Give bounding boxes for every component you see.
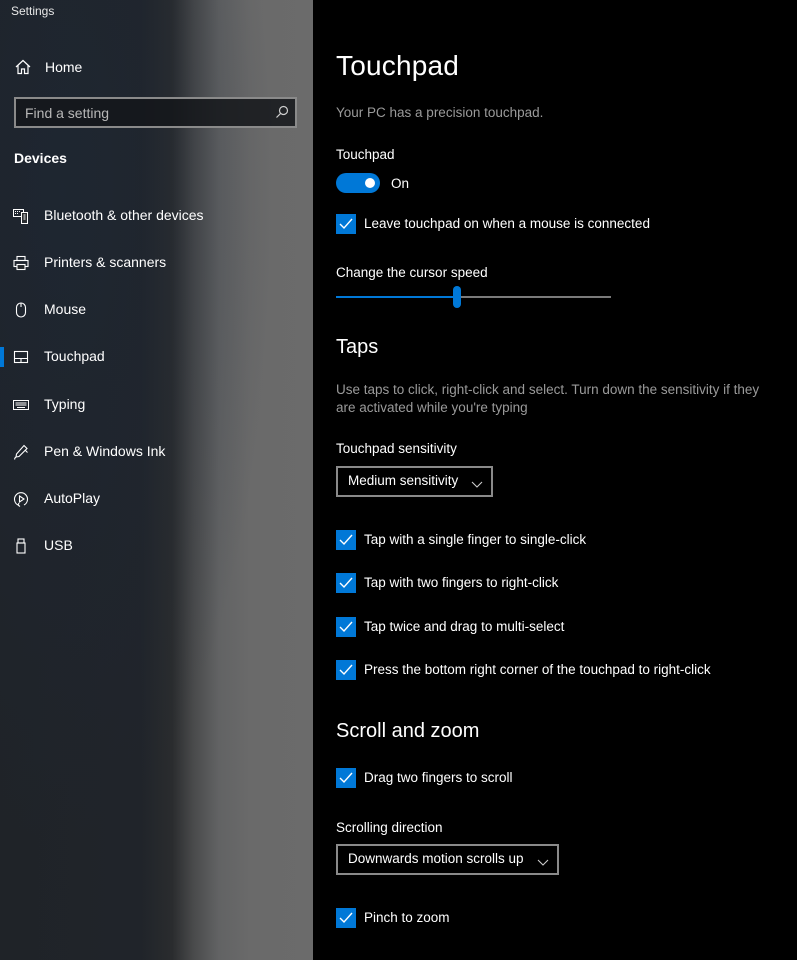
bluetooth-devices-icon bbox=[13, 208, 29, 224]
sidebar-item-label: Touchpad bbox=[44, 348, 105, 364]
selected-indicator bbox=[0, 347, 4, 367]
sensitivity-dropdown[interactable]: Medium sensitivity bbox=[336, 466, 493, 497]
sidebar-item-label: Typing bbox=[44, 396, 86, 412]
checkbox-label: Tap twice and drag to multi-select bbox=[364, 619, 565, 634]
checkbox-checked-icon[interactable] bbox=[336, 768, 356, 788]
sidebar-item-label: AutoPlay bbox=[44, 490, 101, 506]
sidebar-item-printers[interactable]: Printers & scanners bbox=[0, 243, 313, 283]
scrolling-direction-label: Scrolling direction bbox=[336, 820, 443, 835]
checkbox-checked-icon[interactable] bbox=[336, 908, 356, 928]
touchpad-toggle-label: Touchpad bbox=[336, 147, 395, 162]
sidebar-item-mouse[interactable]: Mouse bbox=[0, 290, 313, 330]
main-content: Touchpad Your PC has a precision touchpa… bbox=[313, 0, 797, 960]
sidebar-item-pen[interactable]: Pen & Windows Ink bbox=[0, 432, 313, 472]
taps-heading: Taps bbox=[336, 336, 379, 358]
autoplay-icon bbox=[13, 491, 29, 507]
touchpad-toggle[interactable] bbox=[336, 173, 380, 193]
sidebar-item-usb[interactable]: USB bbox=[0, 526, 313, 566]
nav-home-label: Home bbox=[45, 59, 83, 75]
checkbox-label: Press the bottom right corner of the tou… bbox=[364, 662, 711, 677]
sidebar-item-label: Printers & scanners bbox=[44, 254, 167, 270]
usb-icon bbox=[13, 538, 29, 554]
chevron-down-icon bbox=[471, 476, 483, 488]
search-box[interactable] bbox=[14, 97, 297, 128]
mouse-icon bbox=[13, 302, 29, 318]
sidebar-item-label: Bluetooth & other devices bbox=[44, 207, 204, 223]
sidebar-item-autoplay[interactable]: AutoPlay bbox=[0, 479, 313, 519]
sidebar-item-label: USB bbox=[44, 537, 73, 553]
sidebar-item-bluetooth[interactable]: Bluetooth & other devices bbox=[0, 196, 313, 236]
printer-icon bbox=[13, 255, 29, 271]
keyboard-icon bbox=[13, 397, 29, 413]
sidebar-item-label: Mouse bbox=[44, 301, 87, 317]
checkbox-label: Tap with a single finger to single-click bbox=[364, 532, 587, 547]
checkbox-checked-icon[interactable] bbox=[336, 573, 356, 593]
sensitivity-label: Touchpad sensitivity bbox=[336, 441, 457, 456]
chevron-down-icon bbox=[537, 854, 549, 866]
home-icon bbox=[14, 58, 32, 76]
sidebar: Settings Home Devices Bluetooth & other … bbox=[0, 0, 313, 960]
taps-description-line2: are activated while you're typing bbox=[336, 400, 528, 415]
sidebar-item-label: Pen & Windows Ink bbox=[44, 443, 166, 459]
search-input[interactable] bbox=[16, 99, 295, 126]
toggle-state-label: On bbox=[391, 176, 410, 191]
search-icon[interactable] bbox=[275, 105, 289, 119]
toggle-knob bbox=[365, 178, 375, 188]
app-title: Settings bbox=[11, 4, 55, 18]
slider-fill bbox=[336, 296, 457, 298]
checkbox-checked-icon[interactable] bbox=[336, 214, 356, 234]
sidebar-item-touchpad[interactable]: Touchpad bbox=[0, 337, 313, 377]
slider-thumb[interactable] bbox=[453, 286, 461, 308]
scroll-zoom-heading: Scroll and zoom bbox=[336, 720, 480, 742]
sidebar-item-typing[interactable]: Typing bbox=[0, 385, 313, 425]
taps-description-line1: Use taps to click, right-click and selec… bbox=[336, 382, 760, 397]
cursor-speed-label: Change the cursor speed bbox=[336, 265, 488, 280]
checkbox-label: Pinch to zoom bbox=[364, 910, 450, 925]
dropdown-value: Medium sensitivity bbox=[348, 473, 459, 488]
touchpad-icon bbox=[13, 349, 29, 365]
pen-icon bbox=[13, 444, 29, 460]
page-subtitle: Your PC has a precision touchpad. bbox=[336, 105, 544, 120]
checkbox-checked-icon[interactable] bbox=[336, 660, 356, 680]
dropdown-value: Downwards motion scrolls up bbox=[348, 851, 524, 866]
section-title: Devices bbox=[14, 150, 67, 166]
checkbox-checked-icon[interactable] bbox=[336, 617, 356, 637]
checkbox-label: Leave touchpad on when a mouse is connec… bbox=[364, 216, 650, 231]
checkbox-checked-icon[interactable] bbox=[336, 530, 356, 550]
nav-home[interactable]: Home bbox=[0, 52, 313, 82]
checkbox-label: Tap with two fingers to right-click bbox=[364, 575, 559, 590]
scrolling-direction-dropdown[interactable]: Downwards motion scrolls up bbox=[336, 844, 559, 875]
cursor-speed-slider[interactable] bbox=[336, 286, 611, 310]
page-title: Touchpad bbox=[336, 50, 460, 81]
checkbox-label: Drag two fingers to scroll bbox=[364, 770, 513, 785]
